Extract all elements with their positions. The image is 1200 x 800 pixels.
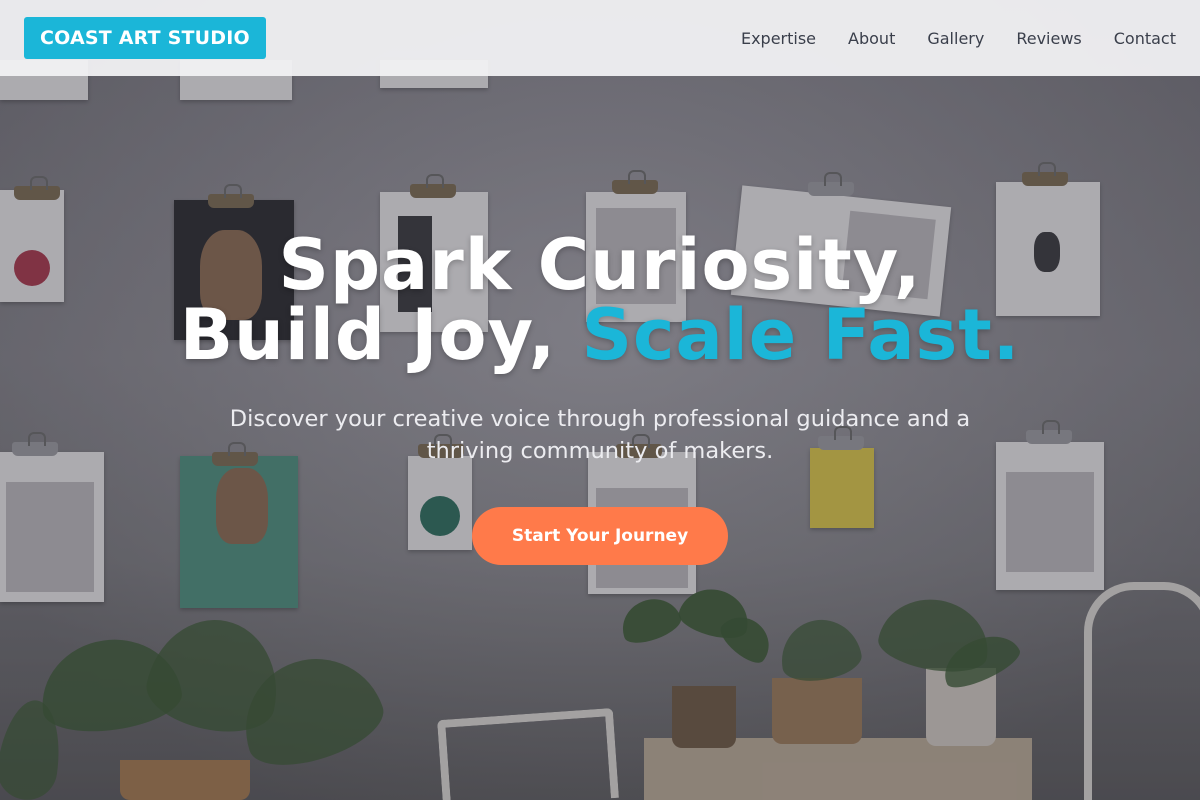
- hero-headline: Spark Curiosity, Build Joy, Scale Fast.: [0, 230, 1200, 370]
- hero-headline-line2: Build Joy,: [179, 294, 582, 376]
- hero-section: Spark Curiosity, Build Joy, Scale Fast. …: [0, 230, 1200, 565]
- nav-link-expertise[interactable]: Expertise: [741, 29, 816, 48]
- hero-subtitle: Discover your creative voice through pro…: [229, 406, 971, 464]
- brand-logo[interactable]: COAST ART STUDIO: [24, 17, 266, 59]
- nav-link-reviews[interactable]: Reviews: [1016, 29, 1081, 48]
- nav-link-gallery[interactable]: Gallery: [927, 29, 984, 48]
- nav-link-contact[interactable]: Contact: [1114, 29, 1176, 48]
- start-journey-button[interactable]: Start Your Journey: [471, 507, 729, 565]
- hero-headline-accent: Scale Fast.: [581, 294, 1021, 376]
- main-nav: Expertise About Gallery Reviews Contact: [741, 29, 1176, 48]
- nav-link-about[interactable]: About: [848, 29, 895, 48]
- site-header: COAST ART STUDIO Expertise About Gallery…: [0, 0, 1200, 76]
